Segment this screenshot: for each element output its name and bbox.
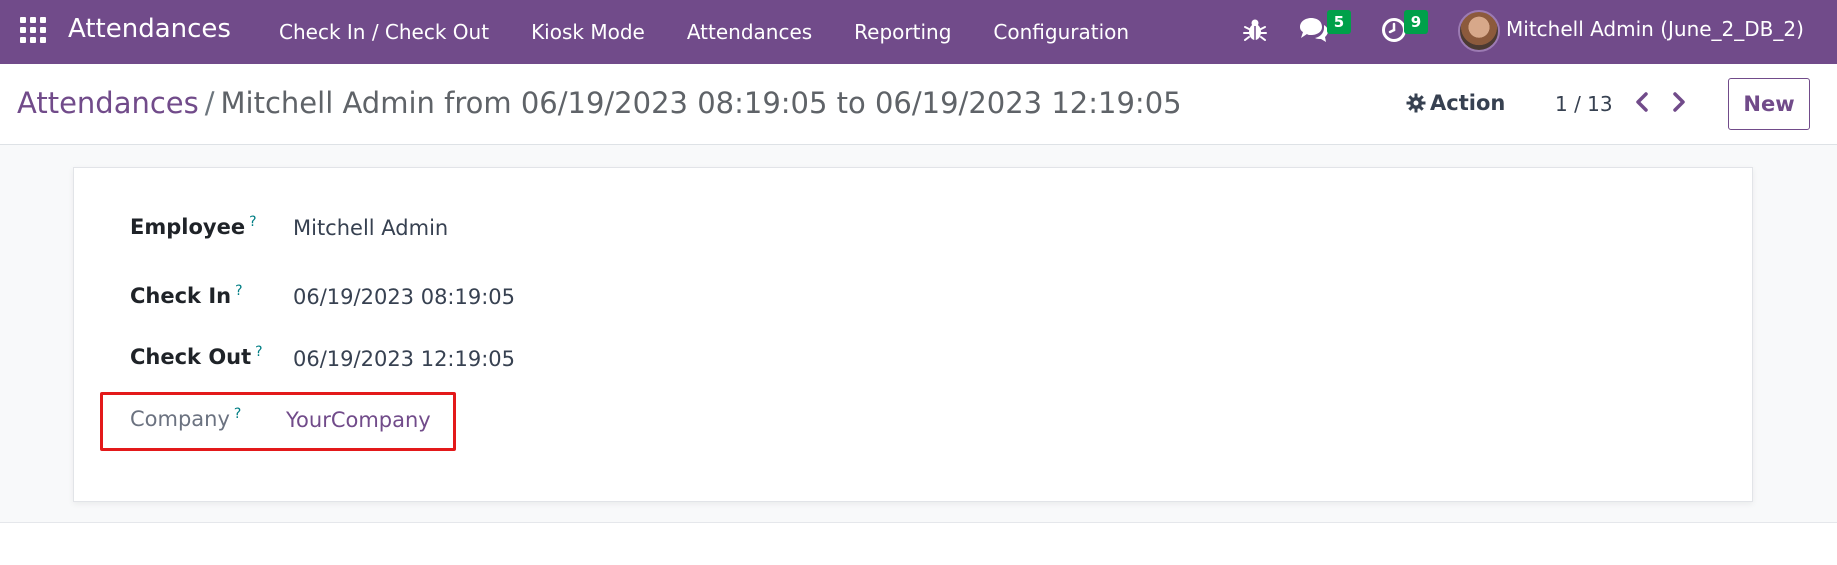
pager-value[interactable]: 1 / 13 [1555,92,1613,116]
check-out-label: Check Out? [130,344,263,369]
user-menu[interactable]: Mitchell Admin (June_2_DB_2) [1506,17,1804,41]
app-brand[interactable]: Attendances [68,14,231,44]
check-in-value[interactable]: 06/19/2023 08:19:05 [293,285,515,309]
main-menu: Check In / Check Out Kiosk Mode Attendan… [258,0,1150,64]
chevron-left-icon[interactable] [1633,92,1651,116]
form-view: Employee? Mitchell Admin Check In? 06/19… [0,145,1837,523]
check-in-help-icon[interactable]: ? [235,283,242,299]
gear-icon [1406,93,1426,113]
action-button-label: Action [1430,91,1506,115]
messages-count-badge: 5 [1327,10,1351,34]
menu-item-attendances[interactable]: Attendances [666,20,833,44]
activities-count-badge: 9 [1404,10,1428,34]
new-button[interactable]: New [1728,78,1810,130]
employee-label: Employee? [130,214,257,239]
bug-icon[interactable] [1243,17,1267,47]
breadcrumb-current: Mitchell Admin from 06/19/2023 08:19:05 … [220,86,1182,120]
form-sheet: Employee? Mitchell Admin Check In? 06/19… [73,167,1753,502]
company-label: Company? [130,406,242,431]
employee-help-icon[interactable]: ? [249,214,256,230]
check-out-value[interactable]: 06/19/2023 12:19:05 [293,347,515,371]
menu-item-reporting[interactable]: Reporting [833,20,972,44]
top-navbar: Attendances Check In / Check Out Kiosk M… [0,0,1837,64]
breadcrumb-root[interactable]: Attendances [17,86,199,120]
check-in-label: Check In? [130,283,243,308]
employee-value[interactable]: Mitchell Admin [293,216,448,240]
chat-icon[interactable] [1298,16,1330,48]
company-help-icon[interactable]: ? [234,406,241,422]
menu-item-check-in-out[interactable]: Check In / Check Out [258,20,510,44]
breadcrumb-separator: / [204,86,215,120]
company-value[interactable]: YourCompany [286,408,431,432]
menu-item-kiosk-mode[interactable]: Kiosk Mode [510,20,666,44]
breadcrumb: Attendances / Mitchell Admin from 06/19/20… [17,86,1182,120]
avatar[interactable] [1458,10,1500,52]
action-button[interactable]: Action [1406,91,1505,115]
check-out-help-icon[interactable]: ? [255,344,262,360]
control-panel: Attendances / Mitchell Admin from 06/19/20… [0,64,1837,145]
menu-item-configuration[interactable]: Configuration [972,20,1150,44]
apps-icon[interactable] [20,17,46,43]
chevron-right-icon[interactable] [1670,92,1688,116]
